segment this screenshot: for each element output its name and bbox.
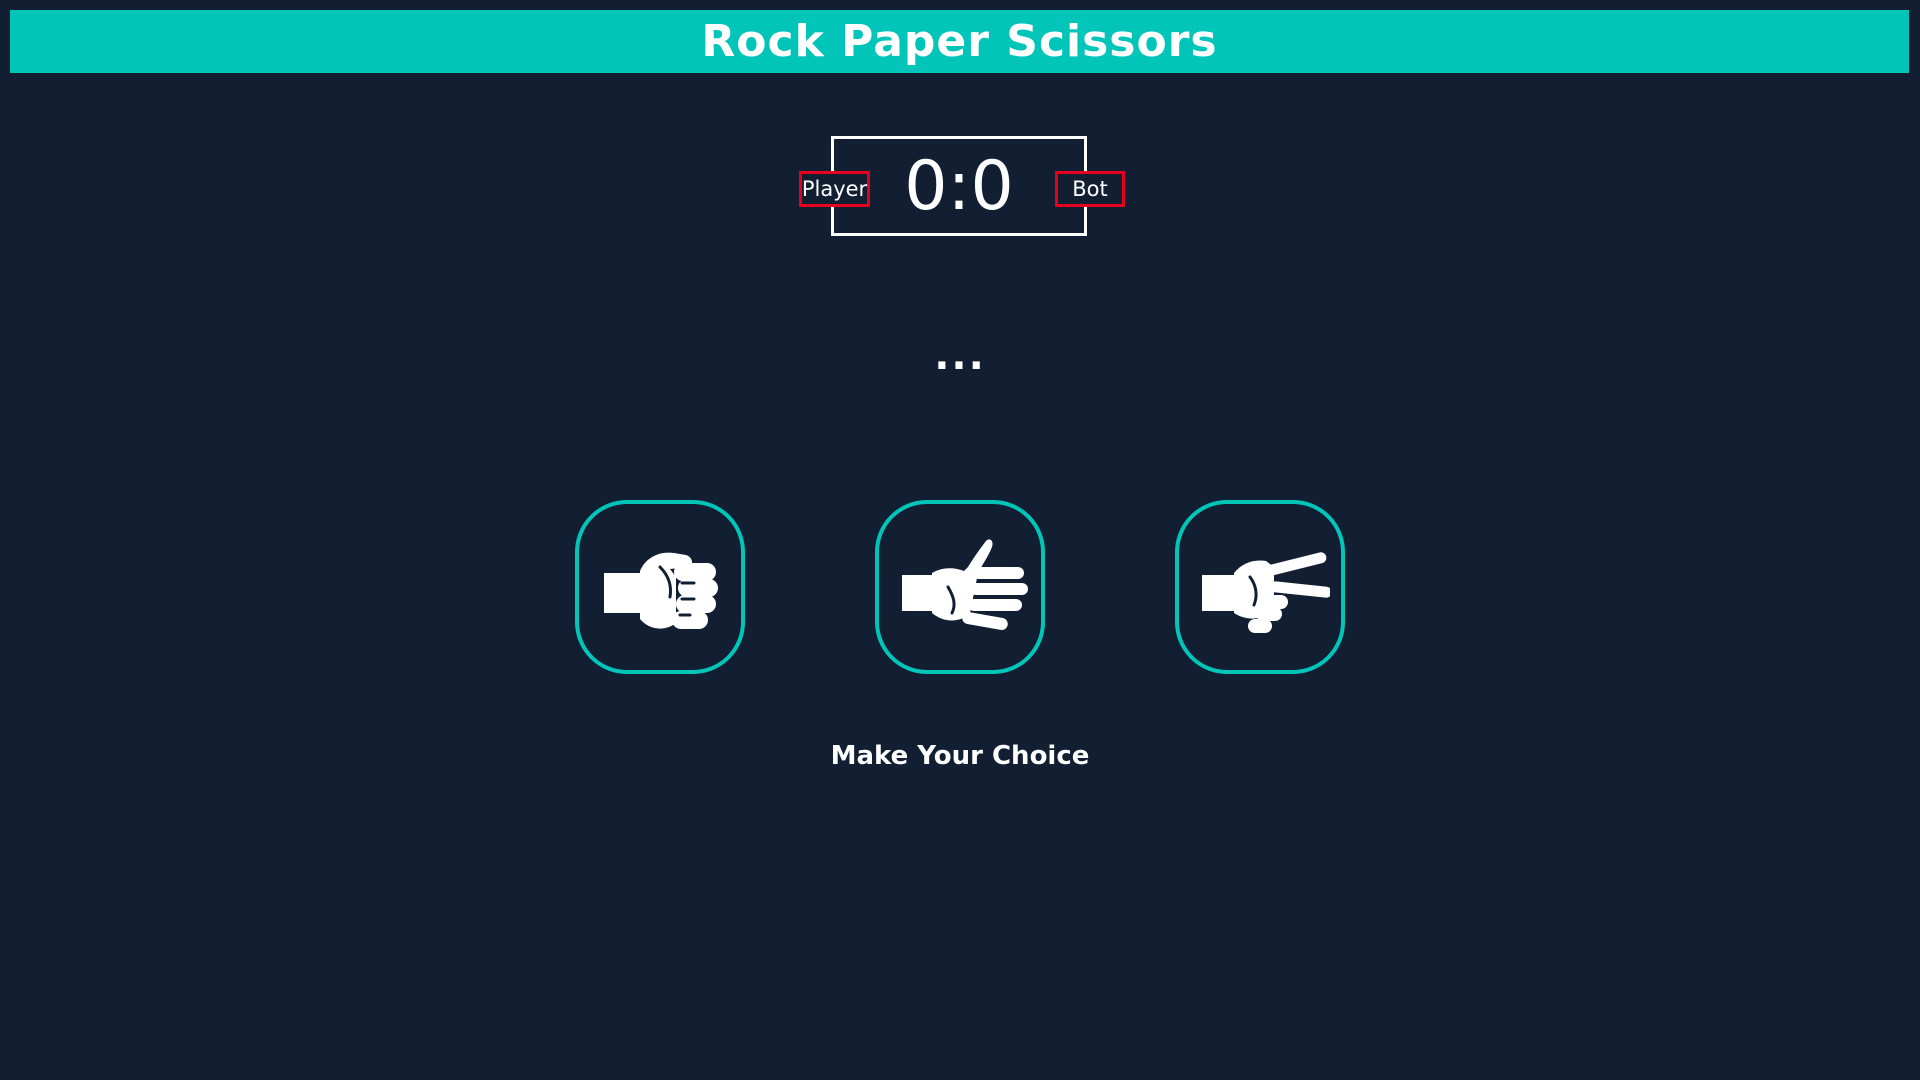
score-display: 0:0 (904, 147, 1014, 226)
bot-badge: Bot (1055, 171, 1125, 207)
player-badge: Player (799, 171, 870, 207)
player-label: Player (801, 176, 868, 201)
choice-prompt: Make Your Choice (830, 741, 1090, 771)
result-message: ... (934, 333, 986, 379)
bot-label: Bot (1072, 176, 1108, 201)
scissors-hand-icon (1202, 552, 1330, 633)
title-bar: Rock Paper Scissors (10, 10, 1909, 73)
paper-hand-icon (902, 539, 1028, 630)
rock-button[interactable] (575, 500, 745, 674)
paper-button[interactable] (875, 500, 1045, 674)
scissors-button[interactable] (1175, 500, 1345, 674)
game-page: Rock Paper Scissors 0:0 Player Bot ... M… (0, 0, 1920, 1080)
game-title: Rock Paper Scissors (701, 15, 1218, 67)
rock-hand-icon (604, 552, 718, 629)
scoreboard: 0:0 Player Bot (799, 136, 1125, 236)
